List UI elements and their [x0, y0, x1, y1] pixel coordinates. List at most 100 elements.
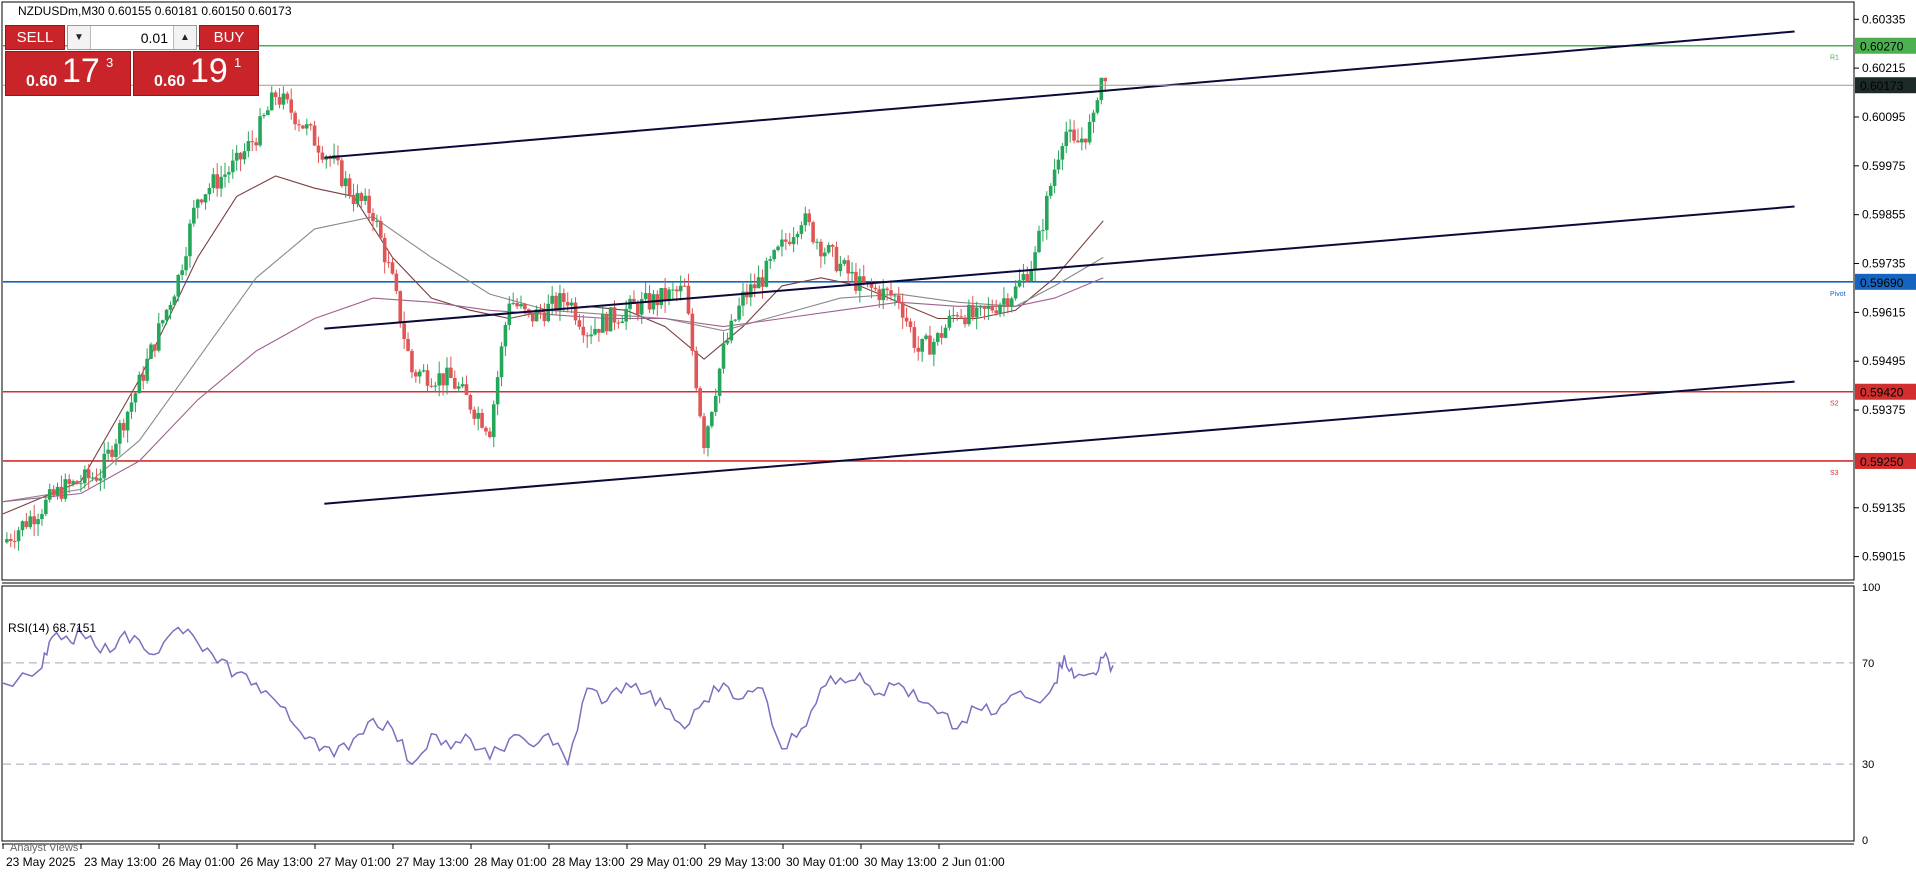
candle-body: [499, 346, 504, 378]
candle-body: [258, 116, 262, 146]
candle-body: [402, 323, 406, 340]
candle-body: [503, 324, 508, 347]
candle-body: [636, 303, 640, 315]
candle-body: [616, 322, 621, 324]
candle-body: [604, 314, 609, 332]
candle-body: [102, 453, 107, 479]
analyst-views-label[interactable]: Analyst Views: [10, 842, 78, 854]
candle-body: [717, 368, 722, 396]
candle-body: [464, 384, 469, 396]
candle-body: [1052, 169, 1057, 186]
chevron-up-icon[interactable]: ▲: [173, 26, 196, 49]
candle-body: [433, 385, 438, 387]
candle-body: [59, 486, 64, 499]
candle-body: [28, 516, 33, 528]
candle-body: [293, 112, 297, 125]
candle-body: [340, 160, 344, 187]
candle-body: [188, 223, 192, 257]
candle-body: [246, 141, 251, 152]
candle-body: [846, 260, 850, 274]
candle-body: [441, 373, 445, 386]
buy-price-button[interactable]: 0.60 19 1: [133, 51, 259, 96]
price-tick-label: 0.59735: [1862, 257, 1906, 271]
candle-body: [772, 250, 776, 260]
candle-body: [558, 293, 562, 311]
candle-body: [963, 317, 967, 325]
current-price: 0.60173: [3, 77, 1916, 94]
candle-body: [234, 152, 239, 161]
candle-body: [456, 386, 461, 389]
candle-body: [671, 289, 675, 291]
candle-body: [581, 326, 586, 336]
candle-body: [787, 241, 792, 245]
candle-body: [429, 385, 434, 387]
candle-body: [90, 477, 95, 479]
sell-button[interactable]: SELL: [5, 25, 65, 50]
candle-body: [873, 287, 878, 290]
candle-body: [168, 304, 173, 310]
candle-body: [398, 291, 403, 324]
sell-price-button[interactable]: 0.60 17 3: [5, 51, 131, 96]
candle-body: [585, 335, 590, 337]
one-click-trading-panel: SELL ▼ ▲ BUY 0.60 17 3 0.60 19 1: [5, 25, 259, 96]
candle-body: [121, 423, 126, 431]
candle-body: [542, 312, 547, 322]
candle-body: [620, 321, 625, 323]
candle-body: [1060, 146, 1065, 160]
time-tick-label: 26 May 13:00: [240, 855, 313, 869]
candle-body: [994, 310, 998, 314]
candle-body: [211, 174, 216, 188]
time-axis: 23 May 2025 23 May 13:00 26 May 01:00 26 Ma…: [2, 844, 1005, 869]
candle-body: [20, 521, 25, 531]
candle-body: [784, 239, 788, 242]
time-tick-label: 27 May 01:00: [318, 855, 391, 869]
candle-body: [573, 302, 578, 321]
candle-body: [1033, 252, 1037, 270]
candle-body: [577, 320, 582, 327]
time-tick-label: 27 May 13:00: [396, 855, 469, 869]
candle-body: [125, 411, 130, 431]
candle-body: [608, 307, 613, 332]
candle-body: [1044, 195, 1049, 231]
candle-body: [710, 412, 714, 427]
candle-body: [495, 377, 500, 405]
candle-body: [289, 99, 294, 113]
candle-body: [885, 288, 889, 291]
candle-body: [55, 486, 60, 496]
candle-body: [1037, 230, 1041, 253]
symbol-label: NZDUSDm,M30 0.60155 0.60181 0.60150 0.60…: [18, 4, 292, 18]
candle-body: [1029, 269, 1034, 282]
candle-body: [725, 340, 730, 344]
buy-button[interactable]: BUY: [199, 25, 259, 50]
candle-body: [951, 315, 956, 317]
candle-body: [756, 277, 761, 289]
time-tick-label: 30 May 01:00: [786, 855, 859, 869]
candle-body: [877, 289, 882, 301]
candle-body: [301, 125, 305, 129]
candle-body: [511, 303, 516, 305]
channel-lines: [324, 30, 1795, 505]
candle-body: [974, 307, 979, 318]
candle-body: [764, 260, 769, 287]
candle-body: [803, 213, 808, 226]
candle-body: [269, 92, 274, 111]
candle-body: [643, 293, 648, 300]
chevron-down-icon[interactable]: ▼: [68, 26, 91, 49]
candle-body: [82, 469, 87, 484]
candle-body: [359, 193, 364, 201]
candle-body: [943, 327, 948, 338]
chart-canvas[interactable]: R10.60270Pivot0.59690S20.59420S30.59250 …: [0, 0, 1916, 874]
candle-body: [343, 178, 348, 187]
candle-body: [1002, 298, 1006, 305]
candle-body: [842, 260, 847, 264]
candle-body: [320, 152, 325, 160]
candle-body: [597, 328, 601, 333]
candle-body: [932, 341, 936, 355]
candle-body: [721, 343, 726, 369]
lot-size-input[interactable]: [90, 26, 174, 49]
candle-body: [1091, 112, 1096, 122]
candle-body: [484, 427, 488, 432]
candle-body: [978, 306, 983, 308]
candle-body: [180, 270, 184, 275]
price-tick-label: 0.59615: [1862, 305, 1906, 319]
